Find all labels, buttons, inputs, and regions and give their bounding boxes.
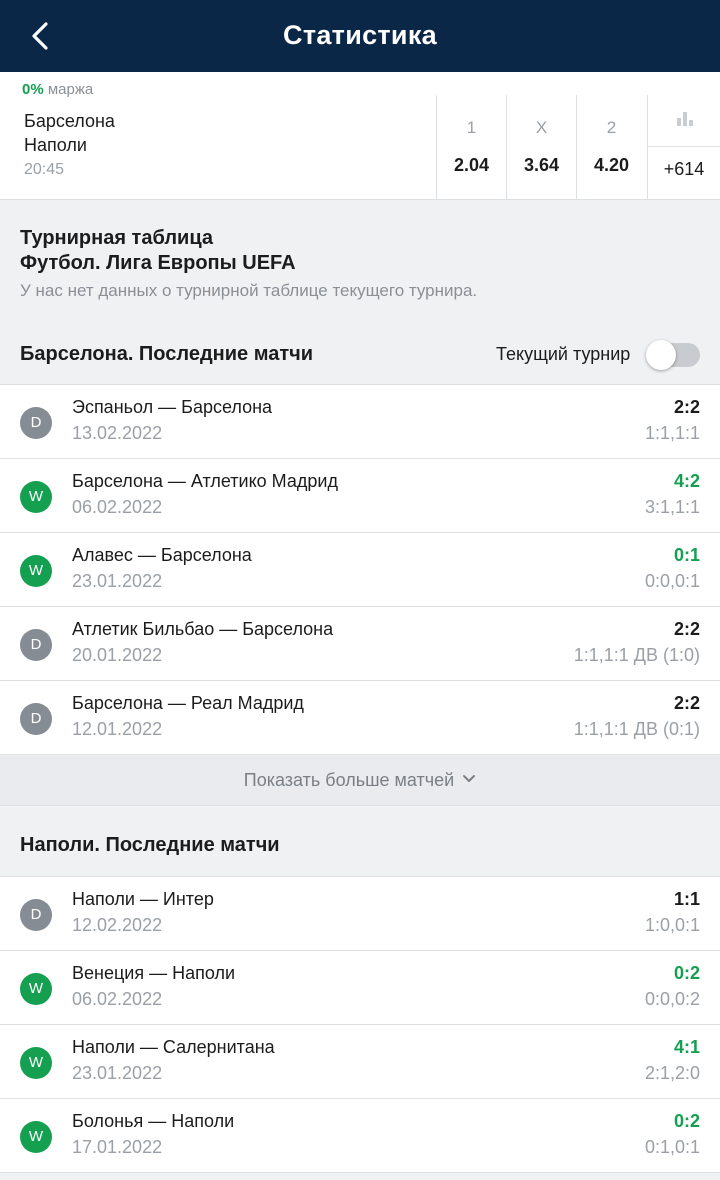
match-score-detail: 1:1,1:1 ДВ (0:1) xyxy=(573,719,700,739)
margin-info: 0% маржа xyxy=(22,81,93,98)
match-row[interactable]: W Болонья — Наполи 17.01.2022 0:2 0:1,0:1 xyxy=(0,1099,720,1173)
match-score-detail: 0:0,0:1 xyxy=(644,571,700,591)
match-teams: Атлетик Бильбао — Барселона xyxy=(72,619,334,639)
match-row[interactable]: D Барселона — Реал Мадрид 12.01.2022 2:2 1:1… xyxy=(0,681,720,755)
match-score: 4:1 xyxy=(673,1037,700,1057)
match-date: 20.01.2022 xyxy=(72,645,163,665)
match-score: 2:2 xyxy=(673,693,700,713)
event-time: 20:45 xyxy=(24,161,65,178)
more-markets-button[interactable]: +614 xyxy=(647,95,720,200)
page-title: Статистика xyxy=(283,20,437,50)
team1-section-title: Барселона. Последние матчи xyxy=(20,343,314,365)
match-teams: Барселона — Реал Мадрид xyxy=(72,693,304,713)
match-score: 4:2 xyxy=(673,471,700,491)
odd-value: 4.20 xyxy=(593,155,630,175)
match-score-detail: 0:0,0:2 xyxy=(644,989,700,1009)
match-teams: Венеция — Наполи xyxy=(72,963,236,983)
match-row[interactable]: D Наполи — Интер 12.02.2022 1:1 1:0,0:1 xyxy=(0,877,720,951)
match-date: 17.01.2022 xyxy=(72,1137,163,1157)
match-score: 2:2 xyxy=(673,397,700,417)
result-badge: W xyxy=(20,973,52,1005)
match-row[interactable]: D Эспаньол — Барселона 13.02.2022 2:2 1:1,1:… xyxy=(0,385,720,459)
odd-label: 2 xyxy=(606,118,617,137)
match-teams: Барселона — Атлетико Мадрид xyxy=(72,471,338,491)
result-badge: D xyxy=(20,703,52,735)
standings-tournament: Футбол. Лига Европы UEFA xyxy=(20,252,296,274)
match-score-detail: 1:0,0:1 xyxy=(644,915,700,935)
match-row[interactable]: W Алавес — Барселона 23.01.2022 0:1 0:0,0:1 xyxy=(0,533,720,607)
stats-icon xyxy=(677,112,693,126)
result-badge: W xyxy=(20,1121,52,1153)
odd-button-x[interactable]: X 3.64 xyxy=(506,95,576,200)
standings-heading: Турнирная таблица xyxy=(20,227,213,249)
show-more-label: Показать больше матчей xyxy=(243,770,455,790)
match-date: 23.01.2022 xyxy=(72,1063,163,1083)
odd-button-2[interactable]: 2 4.20 xyxy=(576,95,646,200)
match-score-detail: 3:1,1:1 xyxy=(644,497,700,517)
match-date: 12.02.2022 xyxy=(72,915,163,935)
odd-value: 3.64 xyxy=(523,155,560,175)
top-bar: Статистика xyxy=(0,0,720,72)
toggle-knob xyxy=(646,340,676,370)
more-markets-count: +614 xyxy=(663,159,705,179)
odd-value: 2.04 xyxy=(453,155,490,175)
match-teams: Эспаньол — Барселона xyxy=(72,397,273,417)
match-teams: Наполи — Салернитана xyxy=(72,1037,275,1057)
match-score-detail: 0:1,0:1 xyxy=(644,1137,700,1157)
result-badge: D xyxy=(20,629,52,661)
odd-label: 1 xyxy=(466,118,477,137)
odd-label: X xyxy=(535,118,548,137)
result-badge: D xyxy=(20,899,52,931)
event-card[interactable]: 0% маржа Барселона Наполи 20:45 1 2.04 X… xyxy=(0,72,720,200)
team1-match-list: D Эспаньол — Барселона 13.02.2022 2:2 1:1,1:… xyxy=(0,384,720,755)
match-teams: Болонья — Наполи xyxy=(72,1111,235,1131)
match-date: 06.02.2022 xyxy=(72,989,163,1009)
result-badge: W xyxy=(20,481,52,513)
match-score-detail: 2:1,2:0 xyxy=(644,1063,700,1083)
match-score: 1:1 xyxy=(673,889,700,909)
margin-label: маржа xyxy=(47,81,94,98)
match-date: 06.02.2022 xyxy=(72,497,163,517)
event-team-2: Наполи xyxy=(24,135,87,155)
match-teams: Алавес — Барселона xyxy=(72,545,252,565)
current-tournament-label: Текущий турнир xyxy=(496,344,631,364)
match-teams: Наполи — Интер xyxy=(72,889,214,909)
divider xyxy=(648,146,720,147)
standings-title: Турнирная таблица Футбол. Лига Европы UE… xyxy=(20,226,296,276)
match-score: 2:2 xyxy=(673,619,700,639)
team2-section-title: Наполи. Последние матчи xyxy=(20,834,280,856)
result-badge: D xyxy=(20,407,52,439)
match-date: 23.01.2022 xyxy=(72,571,163,591)
current-tournament-toggle[interactable] xyxy=(646,340,700,370)
match-date: 13.02.2022 xyxy=(72,423,163,443)
margin-value: 0% xyxy=(22,81,44,98)
match-score: 0:1 xyxy=(673,545,700,565)
match-score-detail: 1:1,1:1 ДВ (1:0) xyxy=(573,645,700,665)
match-date: 12.01.2022 xyxy=(72,719,163,739)
team2-match-list: D Наполи — Интер 12.02.2022 1:1 1:0,0:1 W Вене… xyxy=(0,876,720,1173)
result-badge: W xyxy=(20,1047,52,1079)
match-score: 0:2 xyxy=(673,1111,700,1131)
standings-note: У нас нет данных о турнирной таблице тек… xyxy=(20,281,478,300)
match-row[interactable]: W Наполи — Салернитана 23.01.2022 4:1 2:1,2:… xyxy=(0,1025,720,1099)
event-team-1: Барселона xyxy=(24,111,115,131)
odd-button-1[interactable]: 1 2.04 xyxy=(436,95,506,200)
chevron-down-icon xyxy=(463,775,476,783)
match-row[interactable]: W Барселона — Атлетико Мадрид 06.02.2022 4:… xyxy=(0,459,720,533)
match-row[interactable]: D Атлетик Бильбао — Барселона 20.01.2022 2:… xyxy=(0,607,720,681)
result-badge: W xyxy=(20,555,52,587)
match-score: 0:2 xyxy=(673,963,700,983)
match-row[interactable]: W Венеция — Наполи 06.02.2022 0:2 0:0,0:2 xyxy=(0,951,720,1025)
show-more-matches-button[interactable]: Показать больше матчей xyxy=(0,756,720,806)
match-score-detail: 1:1,1:1 xyxy=(644,423,700,443)
